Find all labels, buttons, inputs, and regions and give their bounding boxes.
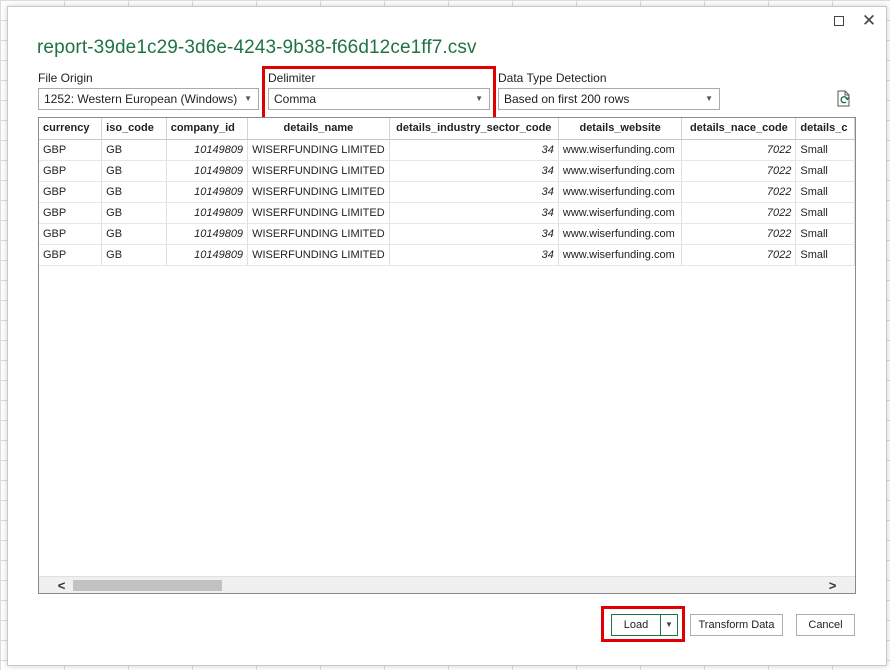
horizontal-scrollbar[interactable]: < > — [39, 576, 855, 593]
table-cell: 10149809 — [166, 181, 249, 203]
delimiter-highlight — [262, 66, 496, 120]
table-cell: 10149809 — [166, 139, 249, 161]
table-cell: 34 — [389, 139, 559, 161]
table-cell: GBP — [39, 202, 103, 224]
table-row: GBP GB 10149809 WISERFUNDING LIMITED 34 … — [39, 244, 855, 266]
table-cell: 10149809 — [166, 202, 249, 224]
column-header[interactable]: details_c — [795, 118, 855, 140]
table-cell: www.wiserfunding.com — [558, 244, 683, 266]
table-row: GBP GB 10149809 WISERFUNDING LIMITED 34 … — [39, 202, 855, 224]
table-cell: www.wiserfunding.com — [558, 223, 683, 245]
column-header[interactable]: iso_code — [101, 118, 167, 140]
file-origin-label: File Origin — [38, 71, 93, 85]
column-header[interactable]: currency — [39, 118, 103, 140]
table-row: GBP GB 10149809 WISERFUNDING LIMITED 34 … — [39, 223, 855, 245]
table-cell: Small — [795, 202, 855, 224]
table-cell: GBP — [39, 160, 103, 182]
transform-data-button[interactable]: Transform Data — [690, 614, 783, 636]
table-cell: GB — [101, 160, 167, 182]
table-cell: 10149809 — [166, 160, 249, 182]
table-cell: 34 — [389, 181, 559, 203]
table-cell: GB — [101, 139, 167, 161]
table-cell: WISERFUNDING LIMITED — [247, 202, 390, 224]
table-cell: GBP — [39, 223, 103, 245]
table-cell: Small — [795, 139, 855, 161]
file-origin-select[interactable]: 1252: Western European (Windows) ▼ — [38, 88, 259, 110]
column-header[interactable]: details_name — [247, 118, 390, 140]
scroll-right-icon[interactable]: > — [824, 577, 841, 593]
table-cell: WISERFUNDING LIMITED — [247, 160, 390, 182]
file-origin-value: 1252: Western European (Windows) — [44, 92, 238, 106]
chevron-down-icon: ▼ — [244, 94, 252, 103]
table-cell: 10149809 — [166, 244, 249, 266]
table-cell: 10149809 — [166, 223, 249, 245]
scroll-left-icon[interactable]: < — [53, 577, 70, 593]
data-type-detection-value: Based on first 200 rows — [504, 92, 630, 106]
table-cell: WISERFUNDING LIMITED — [247, 223, 390, 245]
table-row: GBP GB 10149809 WISERFUNDING LIMITED 34 … — [39, 181, 855, 203]
table-cell: GBP — [39, 139, 103, 161]
table-cell: 7022 — [681, 139, 797, 161]
table-cell: 7022 — [681, 244, 797, 266]
table-cell: 34 — [389, 160, 559, 182]
import-csv-dialog: ✕ report-39de1c29-3d6e-4243-9b38-f66d12c… — [7, 6, 887, 666]
table-cell: Small — [795, 181, 855, 203]
table-cell: GBP — [39, 244, 103, 266]
table-row: GBP GB 10149809 WISERFUNDING LIMITED 34 … — [39, 160, 855, 182]
refresh-preview-icon[interactable] — [835, 90, 853, 108]
table-cell: Small — [795, 223, 855, 245]
table-cell: www.wiserfunding.com — [558, 181, 683, 203]
cancel-button[interactable]: Cancel — [796, 614, 855, 636]
table-cell: www.wiserfunding.com — [558, 139, 683, 161]
table-cell: WISERFUNDING LIMITED — [247, 244, 390, 266]
table-cell: GB — [101, 244, 167, 266]
table-cell: 34 — [389, 223, 559, 245]
table-cell: www.wiserfunding.com — [558, 202, 683, 224]
table-cell: 7022 — [681, 181, 797, 203]
dialog-title: report-39de1c29-3d6e-4243-9b38-f66d12ce1… — [37, 37, 477, 58]
table-cell: 7022 — [681, 160, 797, 182]
column-header[interactable]: details_nace_code — [681, 118, 797, 140]
table-cell: 34 — [389, 244, 559, 266]
table-cell: GB — [101, 202, 167, 224]
preview-table: currency iso_code company_id details_nam… — [39, 118, 855, 266]
column-header[interactable]: details_website — [558, 118, 683, 140]
table-cell: 7022 — [681, 223, 797, 245]
table-cell: GB — [101, 223, 167, 245]
table-cell: Small — [795, 244, 855, 266]
table-cell: 34 — [389, 202, 559, 224]
close-icon[interactable]: ✕ — [861, 12, 877, 29]
scrollbar-thumb[interactable] — [73, 580, 222, 591]
table-cell: GB — [101, 181, 167, 203]
table-cell: Small — [795, 160, 855, 182]
maximize-icon[interactable] — [831, 13, 847, 29]
table-header-row: currency iso_code company_id details_nam… — [39, 118, 855, 140]
load-highlight — [601, 606, 685, 642]
chevron-down-icon: ▼ — [705, 94, 713, 103]
table-cell: www.wiserfunding.com — [558, 160, 683, 182]
column-header[interactable]: details_industry_sector_code — [389, 118, 559, 140]
column-header[interactable]: company_id — [166, 118, 249, 140]
data-type-detection-label: Data Type Detection — [498, 71, 607, 85]
table-cell: WISERFUNDING LIMITED — [247, 181, 390, 203]
table-row: GBP GB 10149809 WISERFUNDING LIMITED 34 … — [39, 139, 855, 161]
preview-table-container: currency iso_code company_id details_nam… — [38, 117, 856, 594]
table-cell: GBP — [39, 181, 103, 203]
table-cell: WISERFUNDING LIMITED — [247, 139, 390, 161]
data-type-detection-select[interactable]: Based on first 200 rows ▼ — [498, 88, 720, 110]
table-cell: 7022 — [681, 202, 797, 224]
